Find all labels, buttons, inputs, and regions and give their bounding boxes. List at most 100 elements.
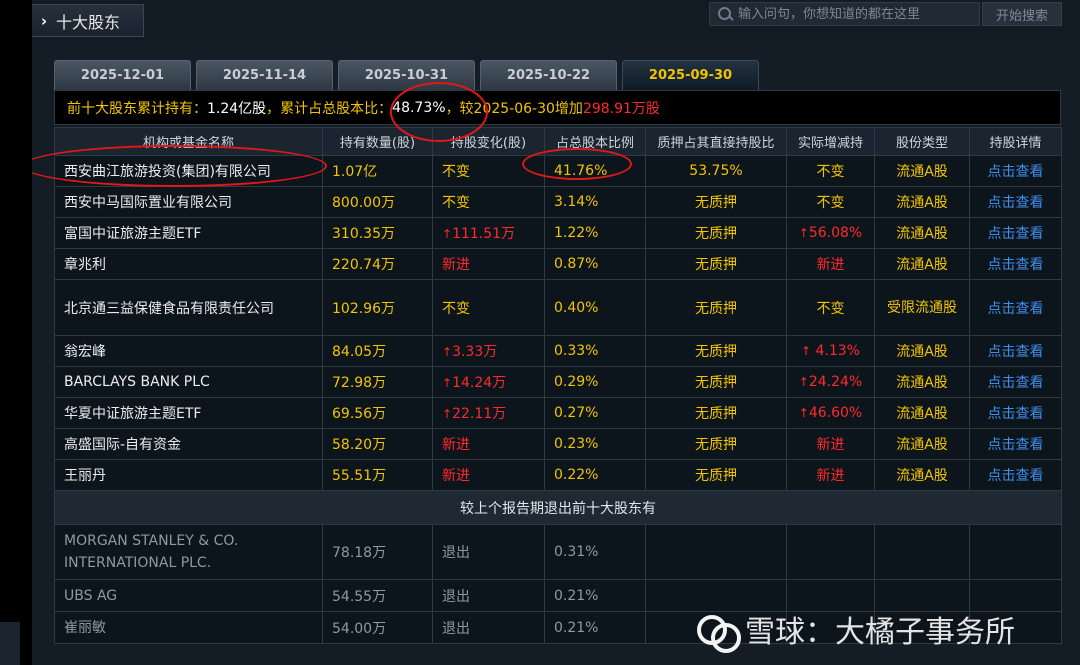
pledge-ratio: 无质押 xyxy=(645,186,787,218)
share-type: 流通A股 xyxy=(874,335,970,367)
holder-name: 富国中证旅游主题ETF xyxy=(54,217,323,249)
column-header[interactable]: 质押占其直接持股比 xyxy=(645,127,787,156)
up-arrow-icon: ↑ xyxy=(798,406,809,420)
holding-change-value: 111.51万 xyxy=(452,226,516,242)
actual-change: 新进 xyxy=(786,428,875,460)
tab-2025-09-30[interactable]: 2025-09-30 xyxy=(622,60,759,90)
share-type: 流通A股 xyxy=(874,428,970,460)
share-ratio: 0.29% xyxy=(544,366,646,398)
up-arrow-icon: ↑ xyxy=(442,407,453,421)
share-ratio: 0.27% xyxy=(544,397,646,429)
holder-name: 章兆利 xyxy=(54,248,323,280)
share-type: 受限流通股 xyxy=(874,279,970,336)
holding-quantity: 69.56万 xyxy=(322,397,433,429)
holding-change: 新进 xyxy=(432,428,545,460)
pledge-ratio: 无质押 xyxy=(645,366,787,398)
actual-change: 不变 xyxy=(786,279,875,336)
exited-quantity: 54.00万 xyxy=(322,611,433,644)
holding-quantity: 102.96万 xyxy=(322,279,433,336)
tab-2025-11-14[interactable]: 2025-11-14 xyxy=(196,60,333,90)
exited-ratio: 0.31% xyxy=(544,524,646,580)
share-type: 流通A股 xyxy=(874,459,970,491)
exited-change: 退出 xyxy=(432,611,545,644)
exited-holder-name: 崔丽敏 xyxy=(54,611,323,644)
holding-quantity: 310.35万 xyxy=(322,217,433,249)
up-arrow-icon: ↑ xyxy=(801,344,812,358)
search-input[interactable] xyxy=(736,5,975,23)
exit-header-row: 较上个报告期退出前十大股东有 xyxy=(54,490,1062,525)
share-type: 流通A股 xyxy=(874,397,970,429)
pledge-ratio: 无质押 xyxy=(645,279,787,336)
tab-2025-10-22[interactable]: 2025-10-22 xyxy=(480,60,617,90)
share-ratio: 0.87% xyxy=(544,248,646,280)
holding-change: ↑14.24万 xyxy=(432,366,545,398)
empty-cell xyxy=(874,524,970,580)
holder-name: 翁宏峰 xyxy=(54,335,323,367)
summary-line: 前十大股东累计持有： 1.24亿股 ，累计占总股本比： 48.73% ，较202… xyxy=(54,90,1061,125)
holding-quantity: 72.98万 xyxy=(322,366,433,398)
actual-change: ↑46.60% xyxy=(786,397,875,429)
detail-link[interactable]: 点击查看 xyxy=(969,155,1062,187)
detail-link[interactable]: 点击查看 xyxy=(969,279,1062,336)
exited-quantity: 54.55万 xyxy=(322,579,433,612)
holding-change: ↑3.33万 xyxy=(432,335,545,367)
column-header[interactable]: 实际增减持 xyxy=(786,127,875,156)
shareholders-table: 机构或基金名称 持有数量(股) 持股变化(股) 占总股本比例 质押占其直接持股比… xyxy=(54,127,1062,644)
holding-change-value: 3.33万 xyxy=(452,344,498,360)
tab-2025-12-01[interactable]: 2025-12-01 xyxy=(54,60,191,90)
detail-link[interactable]: 点击查看 xyxy=(969,248,1062,280)
column-header[interactable]: 持股详情 xyxy=(969,127,1062,156)
holding-change: 不变 xyxy=(432,279,545,336)
annotation-circle-holder-ratio xyxy=(522,148,632,180)
exited-row: MORGAN STANLEY & CO. INTERNATIONAL PLC. 7… xyxy=(54,524,1062,580)
pledge-ratio: 无质押 xyxy=(645,248,787,280)
holder-name: BARCLAYS BANK PLC xyxy=(54,366,323,398)
pledge-ratio: 无质押 xyxy=(645,217,787,249)
share-ratio: 1.22% xyxy=(544,217,646,249)
panel-title-tab[interactable]: › 十大股东 xyxy=(32,4,144,37)
actual-change-value: 4.13% xyxy=(811,343,861,359)
detail-link[interactable]: 点击查看 xyxy=(969,397,1062,429)
detail-link[interactable]: 点击查看 xyxy=(969,366,1062,398)
holding-change-value: 22.11万 xyxy=(452,406,507,422)
summary-label-ratio: ，累计占总股本比： xyxy=(266,100,393,117)
left-edge-panel xyxy=(0,622,20,665)
actual-change-value: 46.60% xyxy=(808,405,863,421)
table-row: 王丽丹 55.51万 新进 0.22% 无质押 新进 流通A股 点击查看 xyxy=(54,459,1062,491)
holding-quantity: 58.20万 xyxy=(322,428,433,460)
holding-quantity: 800.00万 xyxy=(322,186,433,218)
search-box xyxy=(709,2,980,26)
column-header[interactable]: 股份类型 xyxy=(874,127,970,156)
chevron-right-icon: › xyxy=(40,11,48,30)
table-row: 富国中证旅游主题ETF 310.35万 ↑111.51万 1.22% 无质押 ↑56.08… xyxy=(54,217,1062,249)
holding-change: 不变 xyxy=(432,186,545,218)
detail-link[interactable]: 点击查看 xyxy=(969,217,1062,249)
detail-link[interactable]: 点击查看 xyxy=(969,428,1062,460)
holder-name: 高盛国际-自有资金 xyxy=(54,428,323,460)
table-row: 翁宏峰 84.05万 ↑3.33万 0.33% 无质押 ↑ 4.13% 流通A股 点击查看 xyxy=(54,335,1062,367)
detail-link[interactable]: 点击查看 xyxy=(969,186,1062,218)
watermark: 雪球：大橘子事务所 xyxy=(695,607,1015,653)
holder-name: 王丽丹 xyxy=(54,459,323,491)
share-type: 流通A股 xyxy=(874,217,970,249)
holding-change: 新进 xyxy=(432,248,545,280)
detail-link[interactable]: 点击查看 xyxy=(969,335,1062,367)
share-type: 流通A股 xyxy=(874,366,970,398)
up-arrow-icon: ↑ xyxy=(442,227,453,241)
share-ratio: 3.14% xyxy=(544,186,646,218)
exited-change: 退出 xyxy=(432,524,545,580)
table-row: 高盛国际-自有资金 58.20万 新进 0.23% 无质押 新进 流通A股 点击查看 xyxy=(54,428,1062,460)
table-row: 华夏中证旅游主题ETF 69.56万 ↑22.11万 0.27% 无质押 ↑46.60% 流… xyxy=(54,397,1062,429)
holding-quantity: 220.74万 xyxy=(322,248,433,280)
share-type: 流通A股 xyxy=(874,186,970,218)
empty-cell xyxy=(786,524,875,580)
detail-link[interactable]: 点击查看 xyxy=(969,459,1062,491)
exited-holder-name: MORGAN STANLEY & CO. INTERNATIONAL PLC. xyxy=(54,524,323,580)
up-arrow-icon: ↑ xyxy=(442,376,453,390)
holding-change: 新进 xyxy=(432,459,545,491)
search-button[interactable]: 开始搜索 xyxy=(982,2,1062,26)
holding-change: ↑22.11万 xyxy=(432,397,545,429)
holder-name: 华夏中证旅游主题ETF xyxy=(54,397,323,429)
table-row: 西安中马国际置业有限公司 800.00万 不变 3.14% 无质押 不变 流通A股 点击查看 xyxy=(54,186,1062,218)
exited-change: 退出 xyxy=(432,579,545,612)
